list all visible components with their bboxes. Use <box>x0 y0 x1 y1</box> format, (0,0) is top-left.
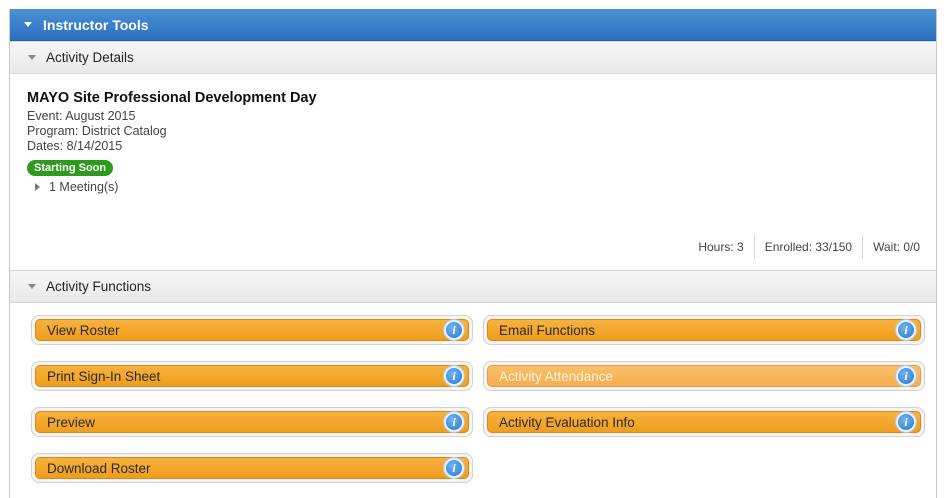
activity-attendance-button[interactable]: Activity Attendance i <box>487 365 921 387</box>
enrolled-stat: Enrolled: 33/150 <box>753 235 862 259</box>
activity-functions-body: View Roster i Email Functions i Print Si… <box>10 303 936 483</box>
email-functions-button[interactable]: Email Functions i <box>487 319 921 341</box>
activity-functions-title: Activity Functions <box>46 279 152 294</box>
print-sign-in-button[interactable]: Print Sign-In Sheet i <box>35 365 469 387</box>
print-sign-in-label: Print Sign-In Sheet <box>47 368 161 384</box>
hours-stat: Hours: 3 <box>698 240 744 254</box>
activity-attendance-label: Activity Attendance <box>499 368 614 384</box>
instructor-tools-title: Instructor Tools <box>43 16 149 33</box>
activity-details-header[interactable]: Activity Details <box>10 41 936 74</box>
email-functions-button-wrap: Email Functions i <box>483 315 925 345</box>
expand-triangle-icon <box>35 183 40 191</box>
activity-evaluation-label: Activity Evaluation Info <box>499 414 635 430</box>
program-text: Program: District Catalog <box>27 124 167 138</box>
activity-details-body: MAYO Site Professional Development Day E… <box>10 74 936 270</box>
info-icon[interactable]: i <box>444 458 464 478</box>
meetings-toggle[interactable]: 1 Meeting(s) <box>35 180 936 194</box>
activity-functions-header[interactable]: Activity Functions <box>10 270 936 303</box>
view-roster-button-wrap: View Roster i <box>31 315 473 345</box>
activity-evaluation-button[interactable]: Activity Evaluation Info i <box>487 411 921 433</box>
activity-attendance-button-wrap: Activity Attendance i <box>483 361 925 391</box>
course-title: MAYO Site Professional Development Day <box>27 90 317 106</box>
print-sign-in-button-wrap: Print Sign-In Sheet i <box>31 361 473 391</box>
preview-button-wrap: Preview i <box>31 407 473 437</box>
activity-evaluation-button-wrap: Activity Evaluation Info i <box>483 407 925 437</box>
info-icon[interactable]: i <box>444 412 464 432</box>
view-roster-button[interactable]: View Roster i <box>35 319 469 341</box>
info-icon[interactable]: i <box>896 412 916 432</box>
download-roster-button-wrap: Download Roster i <box>31 453 473 483</box>
info-icon[interactable]: i <box>444 366 464 386</box>
collapse-triangle-icon <box>28 55 36 60</box>
download-roster-button[interactable]: Download Roster i <box>35 457 469 479</box>
activity-details-title: Activity Details <box>46 50 134 65</box>
preview-label: Preview <box>47 414 96 430</box>
event-text: Event: August 2015 <box>27 109 136 123</box>
info-icon[interactable]: i <box>444 320 464 340</box>
view-roster-label: View Roster <box>47 322 120 338</box>
activity-stats: Hours: 3 Enrolled: 33/150 Wait: 0/0 <box>688 235 920 259</box>
instructor-tools-header[interactable]: Instructor Tools <box>10 9 936 41</box>
info-icon[interactable]: i <box>896 366 916 386</box>
meetings-label: 1 Meeting(s) <box>49 180 119 194</box>
instructor-tools-panel: Instructor Tools Activity Details MAYO S… <box>9 9 937 498</box>
collapse-triangle-icon <box>24 22 32 27</box>
email-functions-label: Email Functions <box>499 322 596 338</box>
collapse-triangle-icon <box>28 284 36 289</box>
wait-stat: Wait: 0/0 <box>862 235 920 259</box>
info-icon[interactable]: i <box>896 320 916 340</box>
status-badge: Starting Soon <box>27 160 114 176</box>
dates-text: Dates: 8/14/2015 <box>27 139 123 153</box>
download-roster-label: Download Roster <box>47 460 151 476</box>
preview-button[interactable]: Preview i <box>35 411 469 433</box>
